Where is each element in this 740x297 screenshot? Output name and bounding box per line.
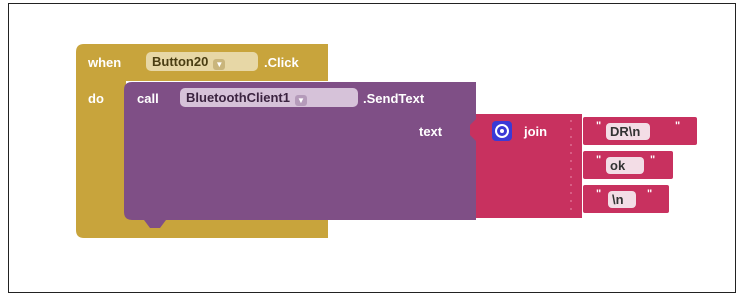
text-string-block[interactable]: " ok " <box>583 151 673 179</box>
gear-glyph <box>495 124 509 138</box>
quote-close: " <box>675 120 681 132</box>
quote-open: " <box>596 188 602 200</box>
string-value-field[interactable]: \n <box>608 191 636 208</box>
quote-open: " <box>596 154 602 166</box>
join-label: join <box>524 124 548 139</box>
text-string-block[interactable]: " DR\n " <box>583 117 697 145</box>
text-string-block[interactable]: " \n " <box>583 185 669 213</box>
quote-close: " <box>647 188 653 200</box>
gear-icon[interactable] <box>492 121 512 141</box>
quote-open: " <box>596 120 602 132</box>
string-value-field[interactable]: DR\n <box>606 123 650 140</box>
join-block-shape <box>470 114 582 218</box>
quote-close: " <box>650 154 656 166</box>
string-value-field[interactable]: ok <box>606 157 644 174</box>
